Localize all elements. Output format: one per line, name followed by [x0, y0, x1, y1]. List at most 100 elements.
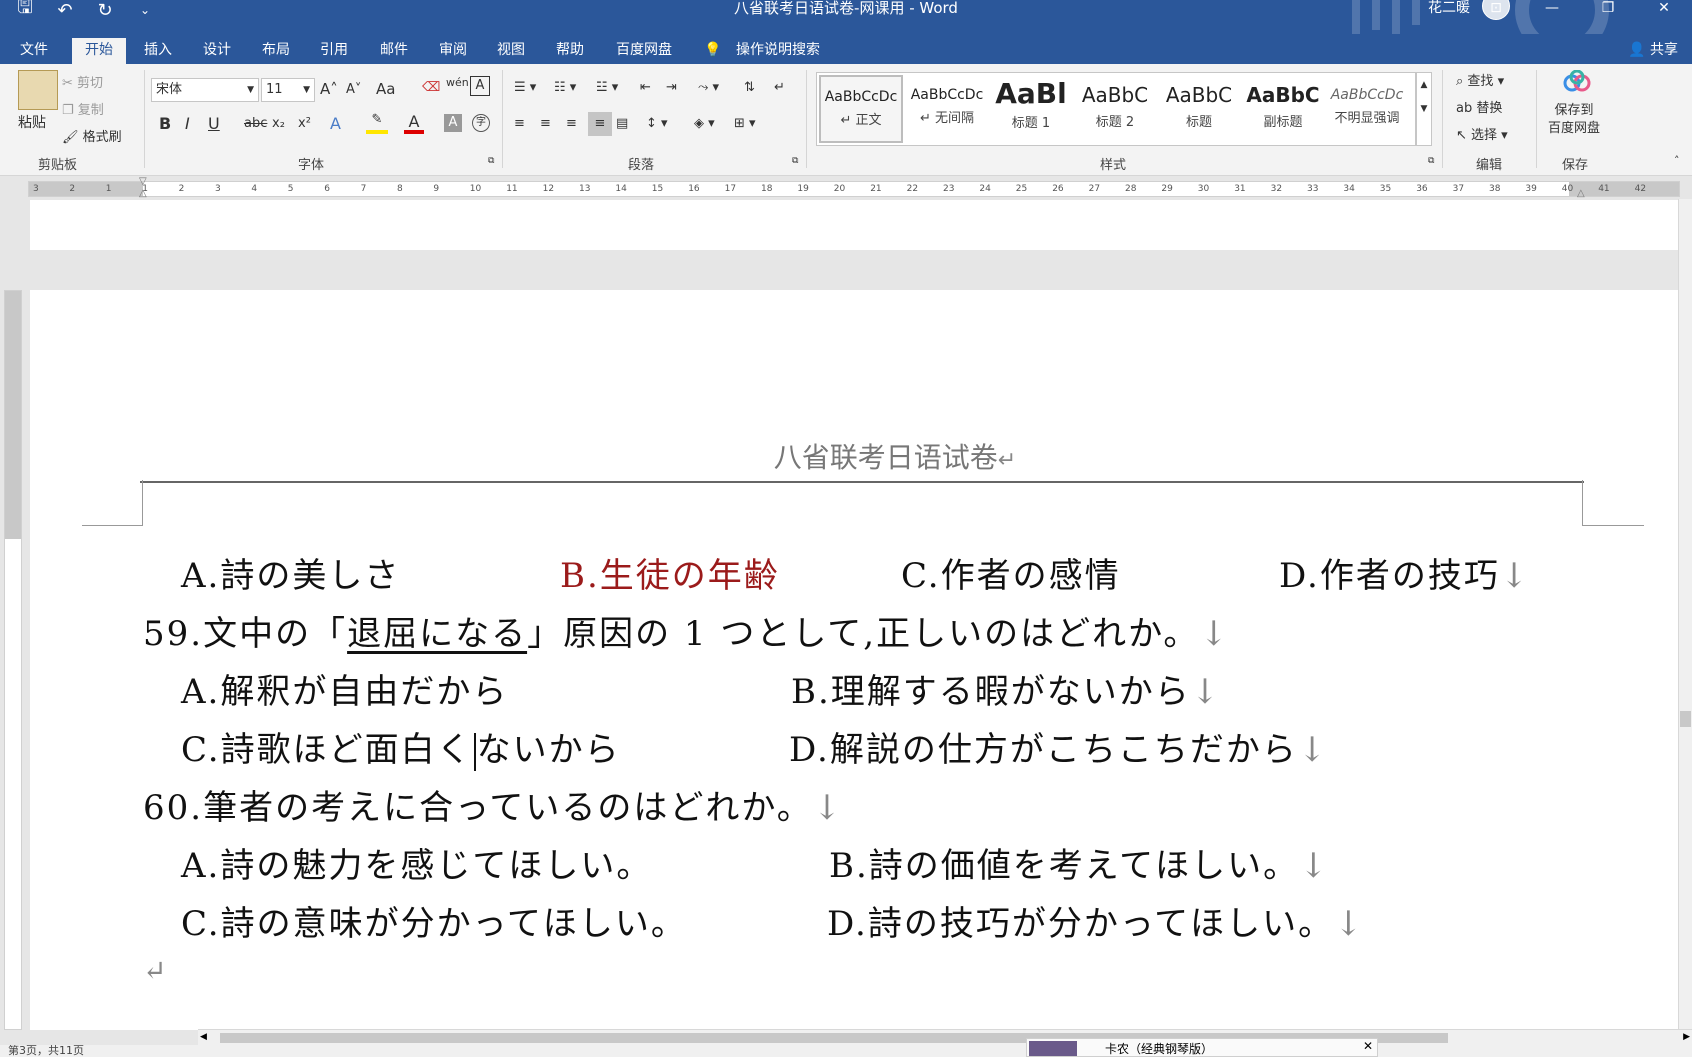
- style-heading-1[interactable]: AaBl 标题 1: [989, 75, 1073, 143]
- shading-icon[interactable]: ◈ ▾: [694, 116, 715, 131]
- tab-file[interactable]: 文件: [20, 38, 48, 64]
- replace-button[interactable]: ab 替换: [1456, 97, 1502, 116]
- paste-button[interactable]: 粘贴: [18, 112, 46, 132]
- bold-button[interactable]: B: [159, 114, 171, 133]
- tell-me-search[interactable]: 操作说明搜索: [736, 38, 820, 62]
- scroll-right-icon[interactable]: ▶: [1683, 1030, 1690, 1045]
- ruler-number: 2: [69, 184, 76, 194]
- subscript-button[interactable]: x₂: [272, 116, 285, 131]
- enclose-characters-icon[interactable]: 字: [472, 114, 490, 132]
- increase-indent-icon[interactable]: ⇥: [666, 80, 677, 95]
- dialog-launcher-icon[interactable]: ⧉: [1428, 156, 1434, 166]
- option-text: D.解説の仕方がこちこちだから: [789, 730, 1298, 770]
- sort-icon[interactable]: ⇅: [744, 80, 755, 95]
- style-title[interactable]: AaBbC 标题: [1157, 75, 1241, 143]
- ruler-number: 36: [1416, 184, 1428, 194]
- close-icon[interactable]: ✕: [1363, 1039, 1373, 1053]
- tab-home[interactable]: 开始: [72, 38, 126, 64]
- vertical-scroll-thumb[interactable]: [1680, 711, 1691, 727]
- font-name-value: 宋体: [156, 82, 183, 97]
- underline-button[interactable]: U: [208, 114, 220, 133]
- page-count-status[interactable]: 第3页，共11页: [8, 1045, 84, 1057]
- character-shading-icon[interactable]: A: [444, 114, 462, 132]
- justify-icon[interactable]: ≡: [588, 112, 612, 136]
- font-size-combo[interactable]: 11 ▼: [261, 78, 315, 102]
- strikethrough-button[interactable]: abc: [244, 116, 267, 131]
- tab-layout[interactable]: 布局: [262, 38, 290, 64]
- dialog-launcher-icon[interactable]: ⧉: [792, 156, 798, 166]
- numbering-icon[interactable]: ☷ ▾: [554, 80, 576, 95]
- align-left-icon[interactable]: ≡: [514, 116, 525, 131]
- superscript-button[interactable]: x²: [298, 116, 311, 131]
- align-center-icon[interactable]: ≡: [540, 116, 551, 131]
- minimize-icon[interactable]: —: [1524, 0, 1580, 16]
- line-spacing-icon[interactable]: ↕ ▾: [646, 116, 668, 131]
- share-button[interactable]: 👤 共享: [1628, 38, 1678, 62]
- paste-icon[interactable]: [18, 70, 58, 110]
- replace-icon: ab: [1456, 101, 1477, 116]
- tab-help[interactable]: 帮助: [556, 38, 584, 64]
- distributed-icon[interactable]: ▤: [616, 116, 628, 131]
- style-normal[interactable]: AaBbCcDc ↵ 正文: [819, 75, 903, 143]
- scroll-left-icon[interactable]: ◀: [200, 1030, 207, 1045]
- phonetic-guide-icon[interactable]: wén: [446, 76, 469, 89]
- borders-icon[interactable]: ⊞ ▾: [734, 116, 756, 131]
- collapse-ribbon-icon[interactable]: ˄: [1674, 154, 1680, 167]
- horizontal-scrollbar[interactable]: ◀ ▶: [198, 1029, 1692, 1045]
- grow-font-button[interactable]: A˄: [320, 80, 338, 98]
- style-subtitle[interactable]: AaBbC 副标题: [1241, 75, 1325, 143]
- change-case-button[interactable]: Aa: [376, 80, 395, 98]
- format-painter-label: 格式刷: [82, 130, 122, 145]
- shrink-font-button[interactable]: A˅: [346, 82, 361, 97]
- multilevel-list-icon[interactable]: ☳ ▾: [596, 80, 618, 95]
- baidu-cloud-icon[interactable]: [1562, 69, 1592, 96]
- align-right-icon[interactable]: ≡: [566, 116, 577, 131]
- font-name-combo[interactable]: 宋体 ▼: [151, 78, 259, 102]
- first-line-indent-marker[interactable]: ▽: [139, 176, 147, 187]
- save-to-baidu-netdisk-button[interactable]: 保存到 百度网盘: [1548, 102, 1600, 138]
- tab-references[interactable]: 引用: [320, 38, 348, 64]
- vertical-scrollbar[interactable]: [1678, 199, 1692, 1029]
- ruler-number: 42: [1634, 184, 1647, 194]
- clear-formatting-icon[interactable]: ⌫: [422, 80, 440, 95]
- user-name[interactable]: 花二暖: [1428, 0, 1470, 16]
- option-text: ないから: [476, 730, 621, 770]
- ribbon-display-options-icon[interactable]: ⊡: [1468, 0, 1524, 16]
- select-button[interactable]: ↖ 选择 ▾: [1456, 124, 1508, 143]
- dialog-launcher-icon[interactable]: ⧉: [488, 156, 494, 166]
- character-border-icon[interactable]: A: [470, 76, 490, 96]
- italic-button[interactable]: I: [185, 114, 190, 133]
- style-heading-2[interactable]: AaBbC 标题 2: [1073, 75, 1157, 143]
- text-effects-icon[interactable]: A: [330, 114, 341, 133]
- document-page[interactable]: 八省联考日语试卷↵ A.詩の美しさ B.生徒の年齢 C.作者の感情 D.作者の技…: [30, 290, 1678, 1030]
- format-painter-button[interactable]: 🖌 格式刷: [62, 126, 122, 145]
- page-header: 八省联考日语试卷↵: [30, 436, 1692, 476]
- bullets-icon[interactable]: ☰ ▾: [514, 80, 536, 95]
- media-popup[interactable]: 卡农（经典钢琴版） ✕: [1026, 1038, 1378, 1057]
- tab-design[interactable]: 设计: [203, 38, 231, 64]
- tab-insert[interactable]: 插入: [144, 38, 172, 64]
- show-marks-icon[interactable]: ↵: [774, 80, 785, 95]
- decrease-indent-icon[interactable]: ⇤: [640, 80, 651, 95]
- copy-button[interactable]: ❐ 复制: [62, 99, 104, 118]
- chinese-layout-icon[interactable]: ⤳ ▾: [698, 80, 719, 95]
- font-color-icon[interactable]: A: [404, 112, 424, 134]
- hanging-indent-marker[interactable]: △: [139, 188, 147, 199]
- ruler-number: 33: [1307, 184, 1319, 194]
- highlight-icon[interactable]: ✎: [366, 112, 388, 134]
- styles-gallery-scroll[interactable]: ▲ ▼: [1416, 72, 1432, 146]
- cut-button[interactable]: ✂ 剪切: [62, 72, 103, 91]
- tab-mailings[interactable]: 邮件: [380, 38, 408, 64]
- style-subtle-emphasis[interactable]: AaBbCcDc 不明显强调: [1325, 75, 1409, 143]
- editing-group-label: 编辑: [1476, 158, 1503, 173]
- ruler-number: 31: [1234, 184, 1246, 194]
- restore-icon[interactable]: ❐: [1580, 0, 1636, 16]
- tab-review[interactable]: 审阅: [439, 38, 467, 64]
- tab-view[interactable]: 视图: [497, 38, 525, 64]
- ruler-number: 13: [579, 184, 591, 194]
- style-no-spacing[interactable]: AaBbCcDc ↵ 无间隔: [905, 75, 989, 143]
- close-icon[interactable]: ✕: [1636, 0, 1692, 16]
- tab-baidu-netdisk[interactable]: 百度网盘: [616, 38, 672, 64]
- find-button[interactable]: ⌕ 查找 ▾: [1456, 70, 1504, 89]
- right-indent-marker[interactable]: △: [1577, 188, 1585, 199]
